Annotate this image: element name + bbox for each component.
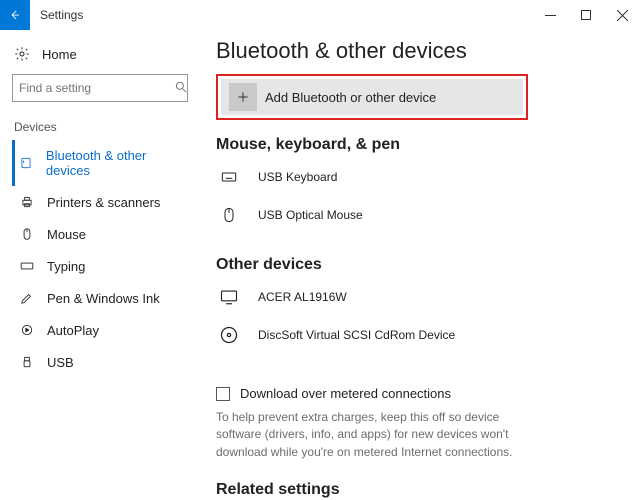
sidebar-item-label: Pen & Windows Ink [47,291,160,306]
main-content: Bluetooth & other devices Add Bluetooth … [198,30,643,500]
titlebar: Settings [0,0,643,30]
sidebar: Home Devices Bluetooth & other devices P… [0,30,198,500]
gear-icon [14,46,30,62]
back-button[interactable] [0,0,30,30]
sidebar-item-printers[interactable]: Printers & scanners [12,186,188,218]
sidebar-item-pen[interactable]: Pen & Windows Ink [12,282,188,314]
sidebar-item-label: Printers & scanners [47,195,160,210]
close-button[interactable] [615,0,629,30]
search-box[interactable] [12,74,188,102]
device-label: ACER AL1916W [258,290,347,304]
sidebar-item-label: USB [47,355,74,370]
maximize-icon [581,10,591,20]
related-settings-heading: Related settings [216,481,643,499]
metered-label: Download over metered connections [240,386,451,401]
sidebar-item-label: Bluetooth & other devices [46,148,184,178]
highlight-annotation: Add Bluetooth or other device [216,74,528,120]
keyboard-icon [218,166,240,188]
monitor-icon [218,286,240,308]
sidebar-item-usb[interactable]: USB [12,346,188,378]
sidebar-item-label: Typing [47,259,85,274]
device-row-disc[interactable]: DiscSoft Virtual SCSI CdRom Device [216,320,643,358]
minimize-button[interactable] [543,0,557,30]
device-row-keyboard[interactable]: USB Keyboard [216,162,643,200]
search-input[interactable] [19,81,174,95]
device-label: DiscSoft Virtual SCSI CdRom Device [258,328,455,342]
device-row-monitor[interactable]: ACER AL1916W [216,282,643,320]
device-label: USB Optical Mouse [258,208,363,222]
usb-icon [19,354,35,370]
home-label: Home [42,47,77,62]
device-row-mouse[interactable]: USB Optical Mouse [216,200,643,238]
sidebar-item-label: Mouse [47,227,86,242]
window-title: Settings [40,8,83,22]
sidebar-item-autoplay[interactable]: AutoPlay [12,314,188,346]
sidebar-item-bluetooth[interactable]: Bluetooth & other devices [12,140,188,186]
disc-icon [218,324,240,346]
close-icon [617,10,628,21]
maximize-button[interactable] [579,0,593,30]
device-label: USB Keyboard [258,170,337,184]
arrow-left-icon [8,8,22,22]
sidebar-item-mouse[interactable]: Mouse [12,218,188,250]
mouse-icon [218,204,240,226]
add-device-button[interactable]: Add Bluetooth or other device [221,79,523,115]
bluetooth-icon [19,155,34,171]
sidebar-item-typing[interactable]: Typing [12,250,188,282]
page-title: Bluetooth & other devices [216,38,643,64]
checkbox-icon[interactable] [216,387,230,401]
minimize-icon [545,10,556,21]
metered-checkbox-row[interactable]: Download over metered connections [216,382,643,409]
metered-description: To help prevent extra charges, keep this… [216,409,536,461]
sidebar-home[interactable]: Home [12,40,188,74]
section-heading-other: Other devices [216,256,643,274]
keyboard-icon [19,258,35,274]
search-icon [174,80,188,97]
printer-icon [19,194,35,210]
plus-icon [229,83,257,111]
pen-icon [19,290,35,306]
sidebar-section-label: Devices [14,120,188,134]
autoplay-icon [19,322,35,338]
section-heading-mouse-keyboard: Mouse, keyboard, & pen [216,136,643,154]
mouse-icon [19,226,35,242]
sidebar-item-label: AutoPlay [47,323,99,338]
add-label: Add Bluetooth or other device [265,90,436,105]
